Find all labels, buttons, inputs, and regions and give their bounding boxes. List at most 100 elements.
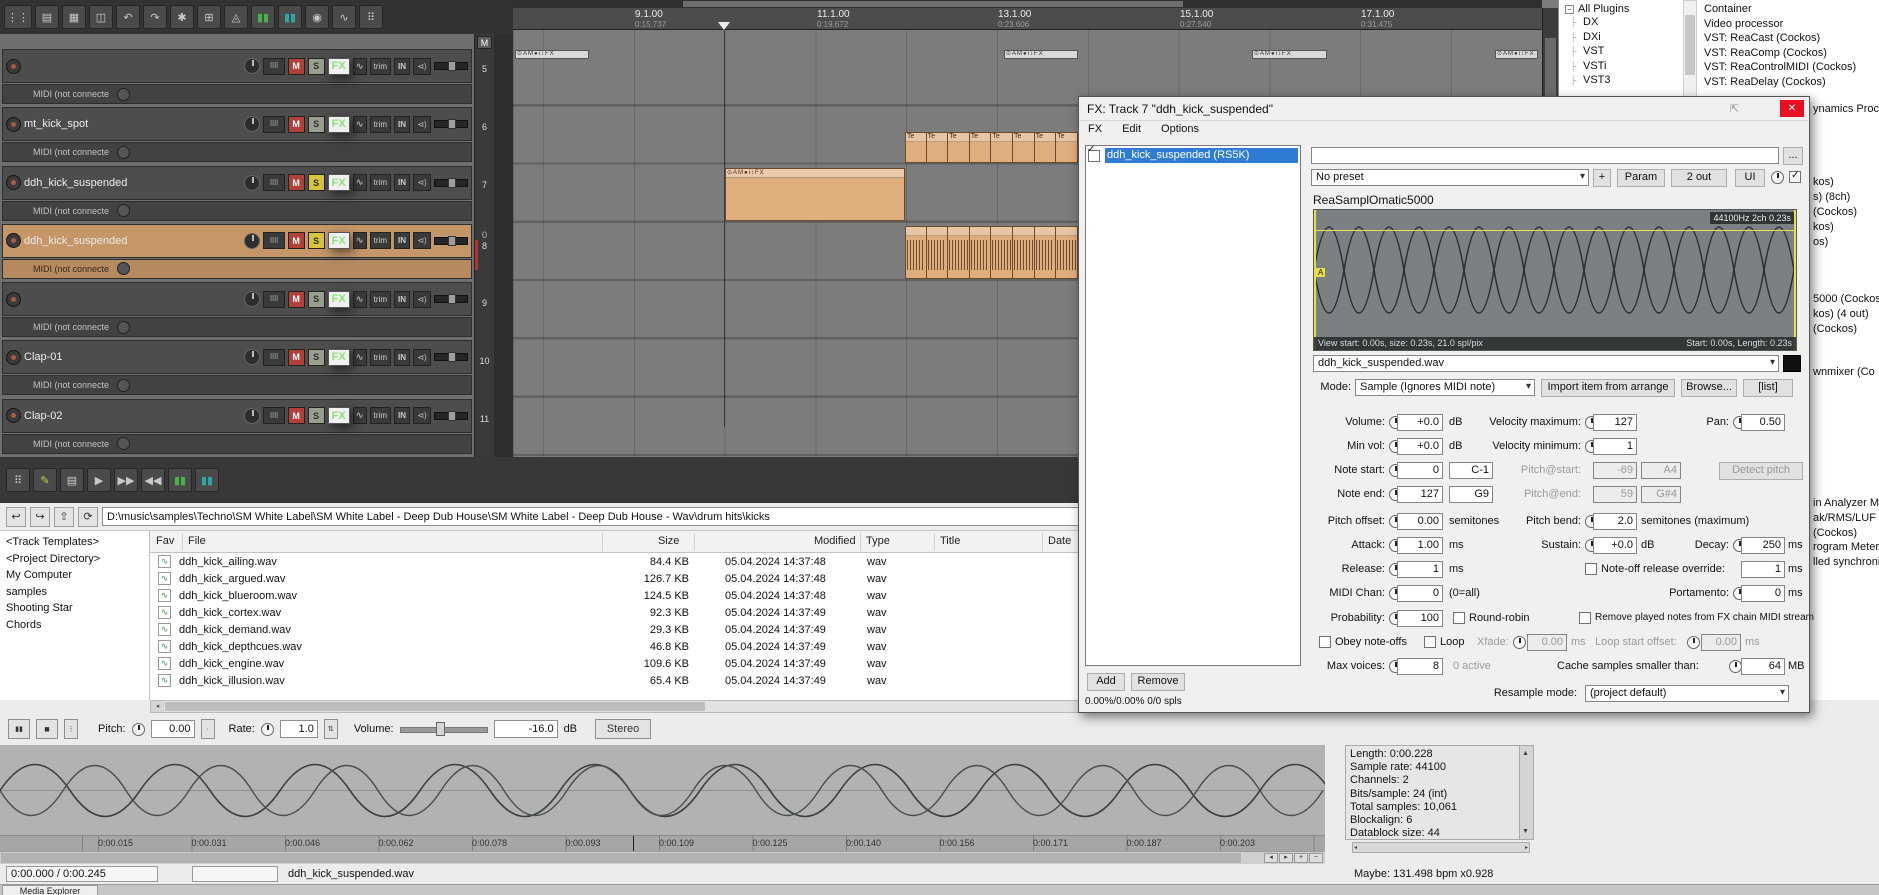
track-number[interactable]: 10 [475,356,494,367]
column-fav[interactable]: Fav [156,535,174,547]
pan-knob[interactable] [244,408,260,424]
midi-knob[interactable] [117,437,130,450]
monitor-icon[interactable] [413,116,431,133]
midi-knob[interactable] [117,88,130,101]
input-button[interactable]: IN [394,58,410,75]
column-type[interactable]: Type [866,535,890,547]
column-modified[interactable]: Modified [814,535,856,547]
solo-button[interactable]: S [308,116,325,133]
loop-start-marker[interactable] [1314,210,1316,351]
sidebar-shortcut[interactable]: samples [0,584,149,601]
velocity-max-value[interactable]: 127 [1593,414,1637,431]
sample-waveform-display[interactable]: A 44100Hz 2ch 0.23s View start: 0.00s, s… [1313,209,1797,351]
collapse-icon[interactable]: − [1565,5,1574,14]
rate-knob[interactable] [261,723,274,736]
record-arm-button[interactable] [6,408,21,423]
pan-knob[interactable] [244,58,260,74]
preset-combo[interactable]: No preset [1311,169,1589,186]
input-button[interactable]: IN [394,232,410,249]
record-arm-button[interactable] [6,59,21,74]
xfade-value[interactable]: 0.00 [1527,634,1567,651]
wet-knob[interactable] [1771,171,1784,184]
fx-chain-item[interactable]: ddh_kick_suspended (RS5K) [1105,148,1298,163]
import-item-button[interactable]: Import item from arrange [1541,379,1675,397]
portamento-value[interactable]: 0 [1741,585,1785,602]
sustain-value[interactable]: +0.0 [1593,537,1637,554]
volume-fader[interactable] [434,353,468,361]
pan-value[interactable]: 0.50 [1741,414,1785,431]
pan-knob[interactable] [244,175,260,191]
trim-button[interactable]: trim [370,174,391,191]
record-arm-button[interactable] [6,233,21,248]
file-color-swatch[interactable] [1783,355,1801,372]
route-button[interactable] [263,174,285,191]
monitor-icon[interactable] [413,349,431,366]
track-number[interactable]: 11 [475,414,494,425]
track-number[interactable]: 6 [475,122,494,133]
play-icon[interactable]: ▶ [87,468,111,492]
sample-file-combo[interactable]: ddh_kick_suspended.wav [1313,355,1779,372]
track-name[interactable]: mt_kick_spot [24,118,241,130]
route-button[interactable] [263,116,285,133]
menu-options[interactable]: Options [1161,123,1199,143]
pan-knob[interactable] [244,233,260,249]
monitor-icon[interactable] [413,407,431,424]
preview-hscrollbar[interactable]: ◂▸+− [0,851,1325,864]
master-track-badge[interactable]: M [477,36,492,49]
rate-spinner[interactable]: ⇅ [324,719,338,739]
route-button[interactable] [263,232,285,249]
trim-button[interactable]: trim [370,58,391,75]
plugin-list-item[interactable]: Container [1700,2,1879,17]
plugin-list-item-fragment[interactable]: (Cockos) [1813,323,1857,335]
media-item-segment[interactable]: Te [991,132,1013,163]
menu-edit[interactable]: Edit [1122,123,1141,143]
midi-knob[interactable] [117,146,130,159]
plugin-list-item-fragment[interactable]: 5000 (Cockos [1813,293,1879,305]
dock-grip-icon[interactable]: ⋮⋮ [4,5,32,29]
metronome-icon[interactable]: ◬ [224,5,248,29]
route-button[interactable] [263,58,285,75]
decay-value[interactable]: 250 [1741,537,1785,554]
plugin-list-item-fragment[interactable]: ynamics Proc [1813,103,1879,115]
release-value[interactable]: 1 [1397,561,1443,578]
route-button[interactable] [263,349,285,366]
obey-note-offs-checkbox[interactable] [1319,636,1331,648]
media-item-segment[interactable]: Te [970,132,992,163]
track-name[interactable]: Clap-01 [24,351,241,363]
column-title[interactable]: Title [940,535,960,547]
media-item-segment[interactable] [1035,226,1057,279]
volume-fader[interactable] [434,120,468,128]
trim-button[interactable]: trim [370,116,391,133]
media-meter-icon[interactable]: ▮▮ [278,5,302,29]
column-date[interactable]: Date [1048,535,1071,547]
plugin-list-item-fragment[interactable]: in Analyzer Me [1813,497,1879,509]
pin-icon[interactable]: ⇱ [1730,102,1739,115]
mute-button[interactable]: M [288,349,305,366]
media-item-segment[interactable]: Te [1013,132,1035,163]
route-button[interactable] [263,407,285,424]
preview-pause-button[interactable]: ▮▮ [8,719,30,739]
route-button[interactable] [263,291,285,308]
record-arm-button[interactable] [6,350,21,365]
loop-start-knob[interactable] [1687,636,1700,649]
record-arm-button[interactable] [6,117,21,132]
meter-a-icon[interactable]: ▮▮ [168,468,192,492]
loop-end-marker[interactable] [1794,210,1796,351]
trim-button[interactable]: trim [370,232,391,249]
wave-scroll-right-icon[interactable]: ▸ [1279,853,1293,863]
refresh-icon[interactable]: ⟳ [78,507,98,527]
media-item-segment[interactable]: Te [948,132,970,163]
plugin-list-item[interactable]: VST: ReaCast (Cockos) [1700,31,1879,46]
plugin-list-item-fragment[interactable]: wnmixer (Co [1813,366,1875,378]
undo-icon[interactable]: ↶ [116,5,140,29]
media-item-header[interactable]: ⊙AM●i↕FX [1495,50,1538,59]
ui-toggle-button[interactable]: UI [1735,169,1765,187]
sidebar-shortcut[interactable]: <Track Templates> [0,534,149,551]
media-item-segment[interactable] [970,226,992,279]
fx-button[interactable]: FX [328,174,350,191]
solo-button[interactable]: S [308,349,325,366]
mute-button[interactable]: M [288,116,305,133]
solo-button[interactable]: S [308,291,325,308]
track-name[interactable]: ddh_kick_suspended [24,235,241,247]
fx-chain-row[interactable]: ddh_kick_suspended (RS5K) [1086,146,1300,165]
